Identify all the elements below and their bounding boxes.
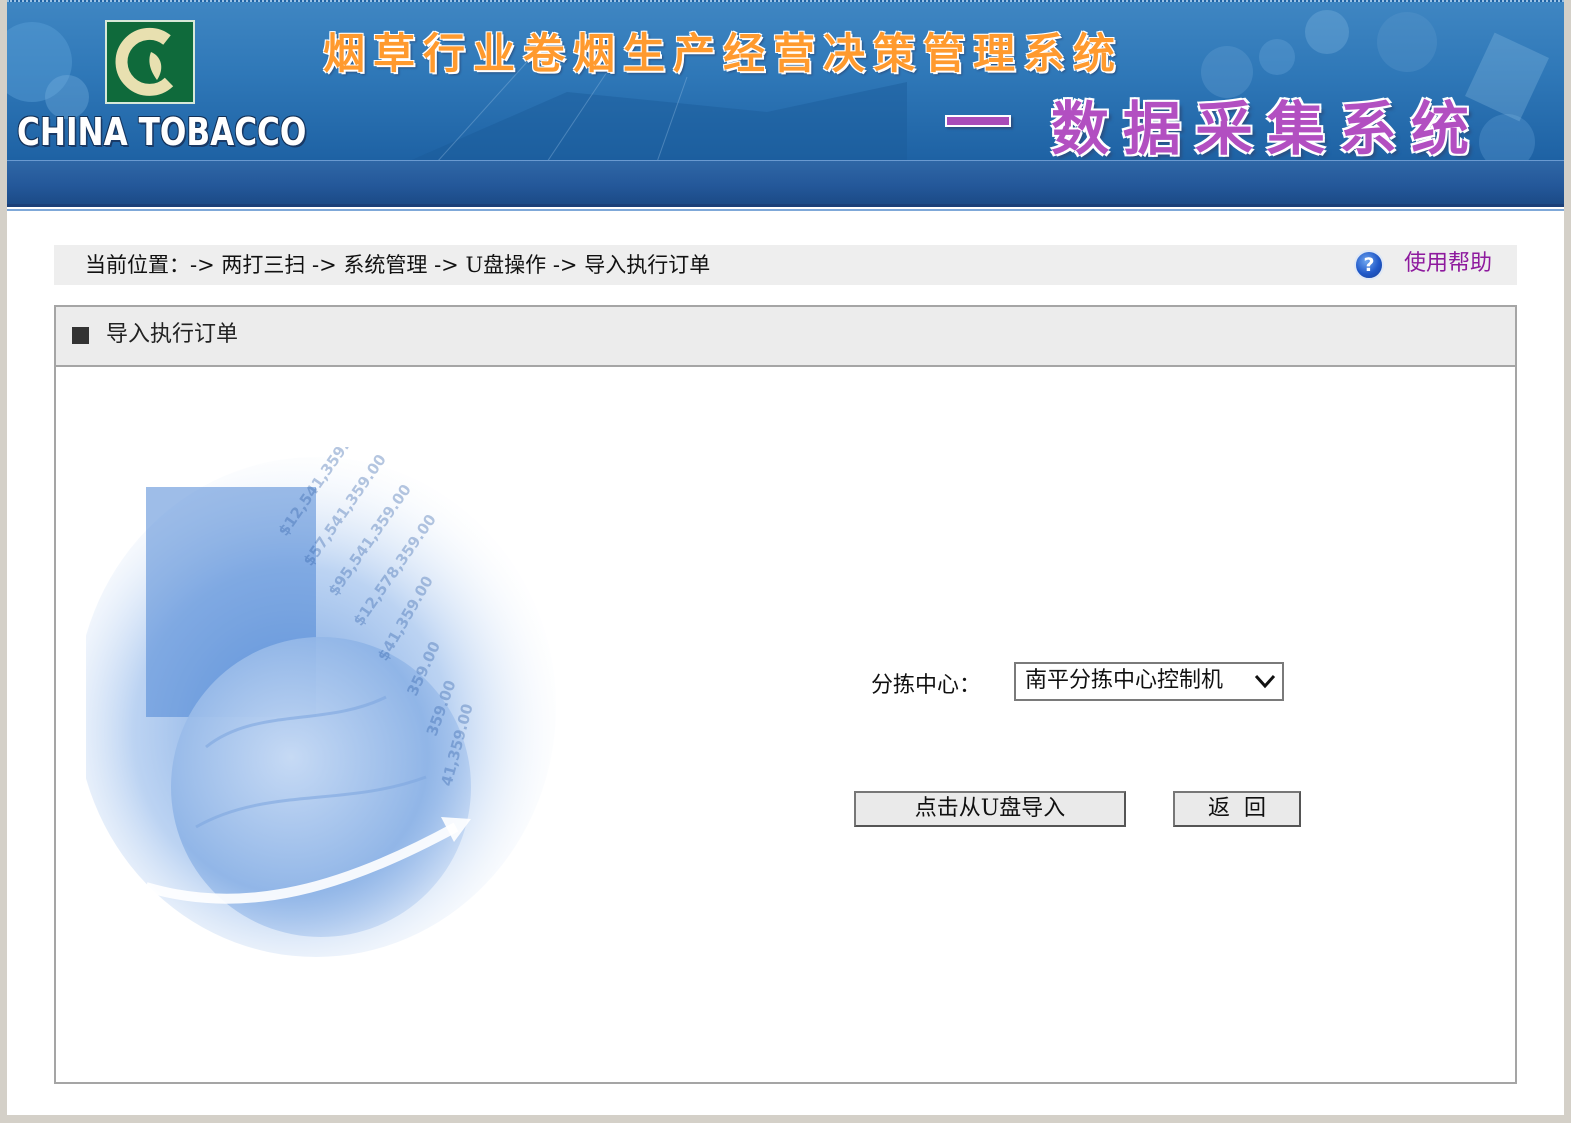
- header-divider: [7, 204, 1564, 214]
- breadcrumb-path: 当前位置：-> 两打三扫 -> 系统管理 -> U盘操作 -> 导入执行订单: [85, 253, 711, 277]
- globe-illustration: $12,541,359.00 $57,541,359.00 $95,541,35…: [86, 447, 556, 957]
- import-from-usb-button[interactable]: 点击从U盘导入: [854, 791, 1126, 827]
- system-subtitle: 数据采集系统: [1051, 95, 1484, 160]
- sorting-center-select[interactable]: 南平分拣中心控制机: [1014, 662, 1284, 701]
- panel-title: 导入执行订单: [106, 322, 239, 347]
- bullet-square-icon: [72, 327, 89, 344]
- breadcrumb: 当前位置：-> 两打三扫 -> 系统管理 -> U盘操作 -> 导入执行订单 ?…: [54, 245, 1517, 285]
- logo-wordmark: CHINA TOBACCO: [17, 110, 307, 154]
- china-tobacco-logo-icon: [105, 20, 195, 104]
- app-window: CHINA TOBACCO 烟草行业卷烟生产经营决策管理系统 数据采集系统 当前…: [7, 0, 1564, 1115]
- back-button[interactable]: 返 回: [1173, 791, 1301, 827]
- panel-header: 导入执行订单: [56, 307, 1515, 367]
- help-question-icon[interactable]: ?: [1354, 250, 1384, 280]
- sorting-center-value: 南平分拣中心控制机: [1025, 668, 1224, 693]
- help-link[interactable]: 使用帮助: [1404, 245, 1492, 283]
- header-banner: CHINA TOBACCO 烟草行业卷烟生产经营决策管理系统 数据采集系统: [7, 0, 1564, 160]
- sorting-center-label: 分拣中心：: [871, 673, 982, 698]
- nav-band: [7, 160, 1564, 205]
- title-dash: [945, 115, 1011, 127]
- system-title: 烟草行业卷烟生产经营决策管理系统: [323, 29, 1124, 78]
- chevron-down-icon: [1254, 674, 1276, 689]
- content-panel: 导入执行订单 $12,541,359.00 $57,541,359.00 $95…: [54, 305, 1517, 1084]
